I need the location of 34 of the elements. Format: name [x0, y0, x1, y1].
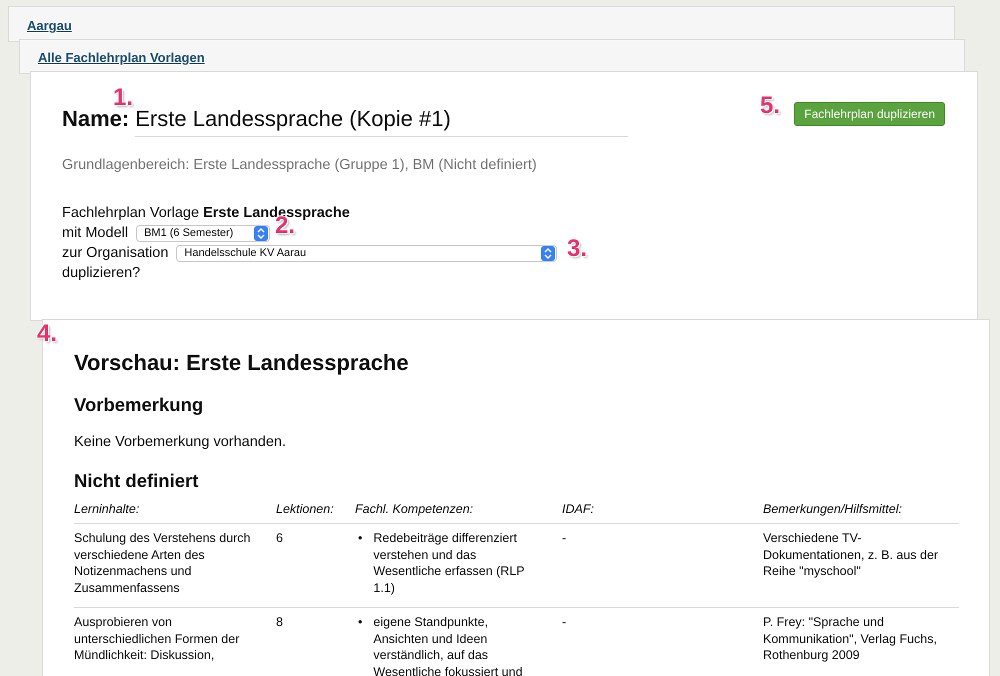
table-cell: P. Frey: "Sprache und Kommunikation", Verlag Fuchs, Rothenburg 2009 [763, 608, 959, 676]
intro-text: Keine Vorbemerkung vorhanden. [74, 434, 288, 450]
organisation-label: zur Organisation [62, 244, 168, 263]
table-cell: Verschiedene TV-Dokumentationen, z. B. aus der Reihe "myschool" [763, 524, 959, 608]
breadcrumb-link[interactable]: Alle Fachlehrplan Vorlagen [38, 50, 205, 65]
table-cell: Ausprobieren von unterschiedlichen Formen der Mündlichkeit: Diskussion, [74, 608, 276, 676]
competence-item: eigene Standpunkte, Ansichten und Ideen verständlich, auf das Wesentliche fokussiert und [373, 614, 524, 676]
column-header: Lektionen: [276, 502, 355, 524]
bullet: • [358, 614, 362, 630]
organisation-select[interactable]: Handelsschule KV Aarau [176, 244, 558, 262]
column-header: IDAF: [562, 502, 763, 524]
info-text: Grundlagenbereich: Erste Landessprache (Gruppe 1), BM (Nicht definiert) [62, 157, 538, 173]
table-cell: 8 [276, 608, 355, 676]
table-cell: 6 [276, 524, 355, 608]
stepper-icon [541, 246, 556, 260]
table-cell: Schulung des Verstehens durch verschiedene Arten des Notizenmachens und Zusammenfassens [74, 524, 276, 608]
question-text: duplizieren? [62, 265, 140, 281]
column-header: Fachl. Kompetenzen: [355, 502, 562, 524]
section-heading: Vorbemerkung [74, 394, 204, 416]
annotation-number: 3. [567, 235, 588, 263]
section-heading: Nicht definiert [74, 470, 200, 492]
breadcrumb-link[interactable]: Aargau [27, 18, 72, 33]
annotation-number: 4. [37, 320, 58, 348]
stepper-icon [254, 226, 268, 240]
table-cell: - [562, 524, 763, 608]
column-header: Lerninhalte: [74, 502, 276, 524]
preview-title: Vorschau: Erste Landessprache [74, 350, 410, 376]
model-select[interactable]: BM1 (6 Semester) [136, 224, 270, 242]
annotation-number: 5. [760, 92, 780, 120]
competence-item: Redebeiträge differenziert verstehen und das Wesentliche erfassen (RLP 1.1) [373, 530, 526, 596]
model-label: mit Modell [62, 224, 128, 243]
bullet: • [358, 530, 362, 546]
column-header: Bemerkungen/Hilfsmittel: [763, 502, 959, 524]
table-cell: - [562, 608, 763, 676]
